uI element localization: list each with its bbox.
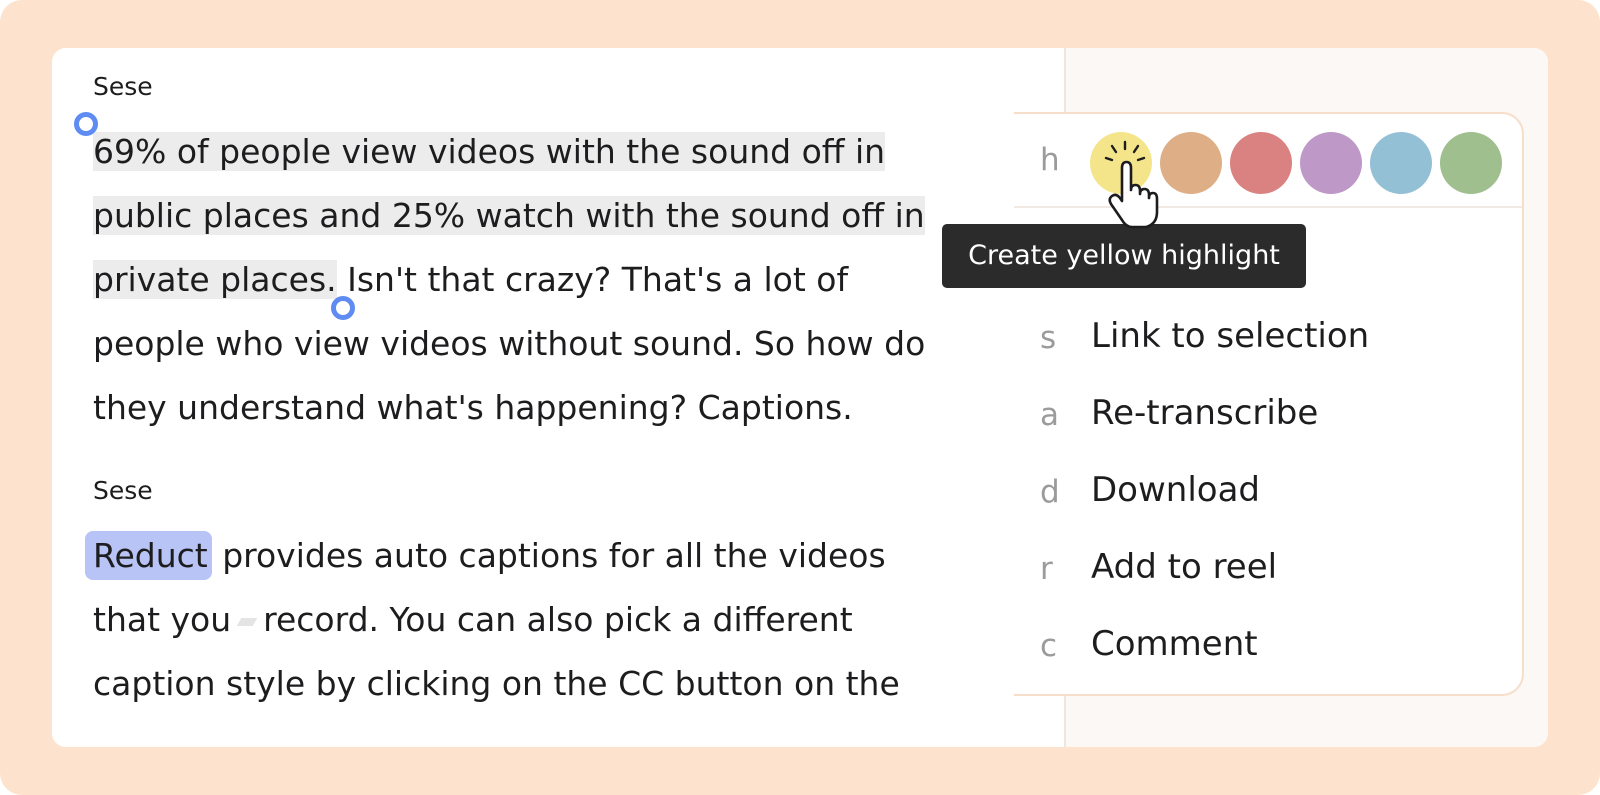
transcript-text[interactable]: they understand what's happening? Captio…	[93, 388, 853, 427]
speaker-name: Sese	[93, 72, 153, 101]
menu-item-label: Comment	[1091, 624, 1258, 664]
transcript-line[interactable]: Reduct provides auto captions for all th…	[85, 524, 1053, 588]
selected-text[interactable]: private places.	[93, 260, 337, 299]
transcript-line[interactable]: private places. Isn't that crazy? That's…	[93, 248, 1053, 312]
scroll-fade	[52, 723, 1064, 747]
shortcut-key: h	[1040, 142, 1060, 178]
selection-start-handle[interactable]	[74, 112, 98, 136]
selection-action-menu: h s Link to selection a Re-transcribe d …	[1014, 112, 1524, 696]
highlighted-word[interactable]: Reduct	[85, 531, 212, 580]
transcript-paragraph[interactable]: 69% of people view videos with the sound…	[93, 120, 1053, 440]
menu-item-add-to-reel[interactable]: r Add to reel	[1014, 539, 1522, 599]
pointer-hand-icon	[1104, 140, 1159, 229]
menu-item-link-to-selection[interactable]: s Link to selection	[1014, 308, 1522, 368]
shortcut-key: c	[1040, 628, 1058, 664]
menu-item-label: Link to selection	[1091, 316, 1370, 356]
highlight-color-orange[interactable]	[1160, 132, 1222, 194]
transcript-paragraph[interactable]: Reduct provides auto captions for all th…	[85, 524, 1053, 716]
transcript-text[interactable]: Isn't that crazy? That's a lot of	[337, 260, 848, 299]
transcript-text[interactable]: provides auto captions for all the video…	[212, 536, 885, 575]
menu-item-re-transcribe[interactable]: a Re-transcribe	[1014, 385, 1522, 445]
selection-end-handle[interactable]	[331, 296, 355, 320]
transcript-line[interactable]: caption style by clicking on the CC butt…	[93, 652, 1053, 716]
text-cursor-marker	[236, 617, 258, 626]
menu-item-download[interactable]: d Download	[1014, 462, 1522, 522]
selected-text[interactable]: public places and 25% watch with the sou…	[93, 196, 925, 235]
menu-item-comment[interactable]: c Comment	[1014, 616, 1522, 676]
shortcut-key: d	[1040, 474, 1060, 510]
transcript-text[interactable]: people who view videos without sound. So…	[93, 324, 925, 363]
tooltip: Create yellow highlight	[942, 224, 1306, 288]
transcript-line[interactable]: public places and 25% watch with the sou…	[93, 184, 1053, 248]
transcript-line[interactable]: that you record. You can also pick a diff…	[93, 588, 1053, 652]
selected-text[interactable]: 69% of people view videos with the sound…	[93, 132, 886, 171]
transcript-text[interactable]: that you	[93, 600, 231, 639]
menu-item-label: Download	[1091, 470, 1261, 510]
highlight-color-red[interactable]	[1230, 132, 1292, 194]
menu-item-label: Add to reel	[1091, 547, 1278, 587]
menu-item-label: Re-transcribe	[1091, 393, 1319, 433]
highlight-color-purple[interactable]	[1300, 132, 1362, 194]
transcript-text[interactable]: record. You can also pick a different	[263, 600, 853, 639]
transcript-line[interactable]: people who view videos without sound. So…	[93, 312, 1053, 376]
shortcut-key: s	[1040, 320, 1057, 356]
shortcut-key: r	[1040, 551, 1053, 587]
transcript-line[interactable]: they understand what's happening? Captio…	[93, 376, 1053, 440]
transcript-text[interactable]: caption style by clicking on the CC butt…	[93, 664, 900, 703]
transcript-pane[interactable]: Sese 69% of people view videos with the …	[52, 48, 1064, 747]
transcript-line[interactable]: 69% of people view videos with the sound…	[93, 120, 1053, 184]
highlight-color-blue[interactable]	[1370, 132, 1432, 194]
app-frame: Sese 69% of people view videos with the …	[0, 0, 1600, 795]
highlight-color-row: h	[1014, 114, 1522, 208]
speaker-name: Sese	[93, 476, 153, 505]
shortcut-key: a	[1040, 397, 1059, 433]
highlight-color-green[interactable]	[1440, 132, 1502, 194]
